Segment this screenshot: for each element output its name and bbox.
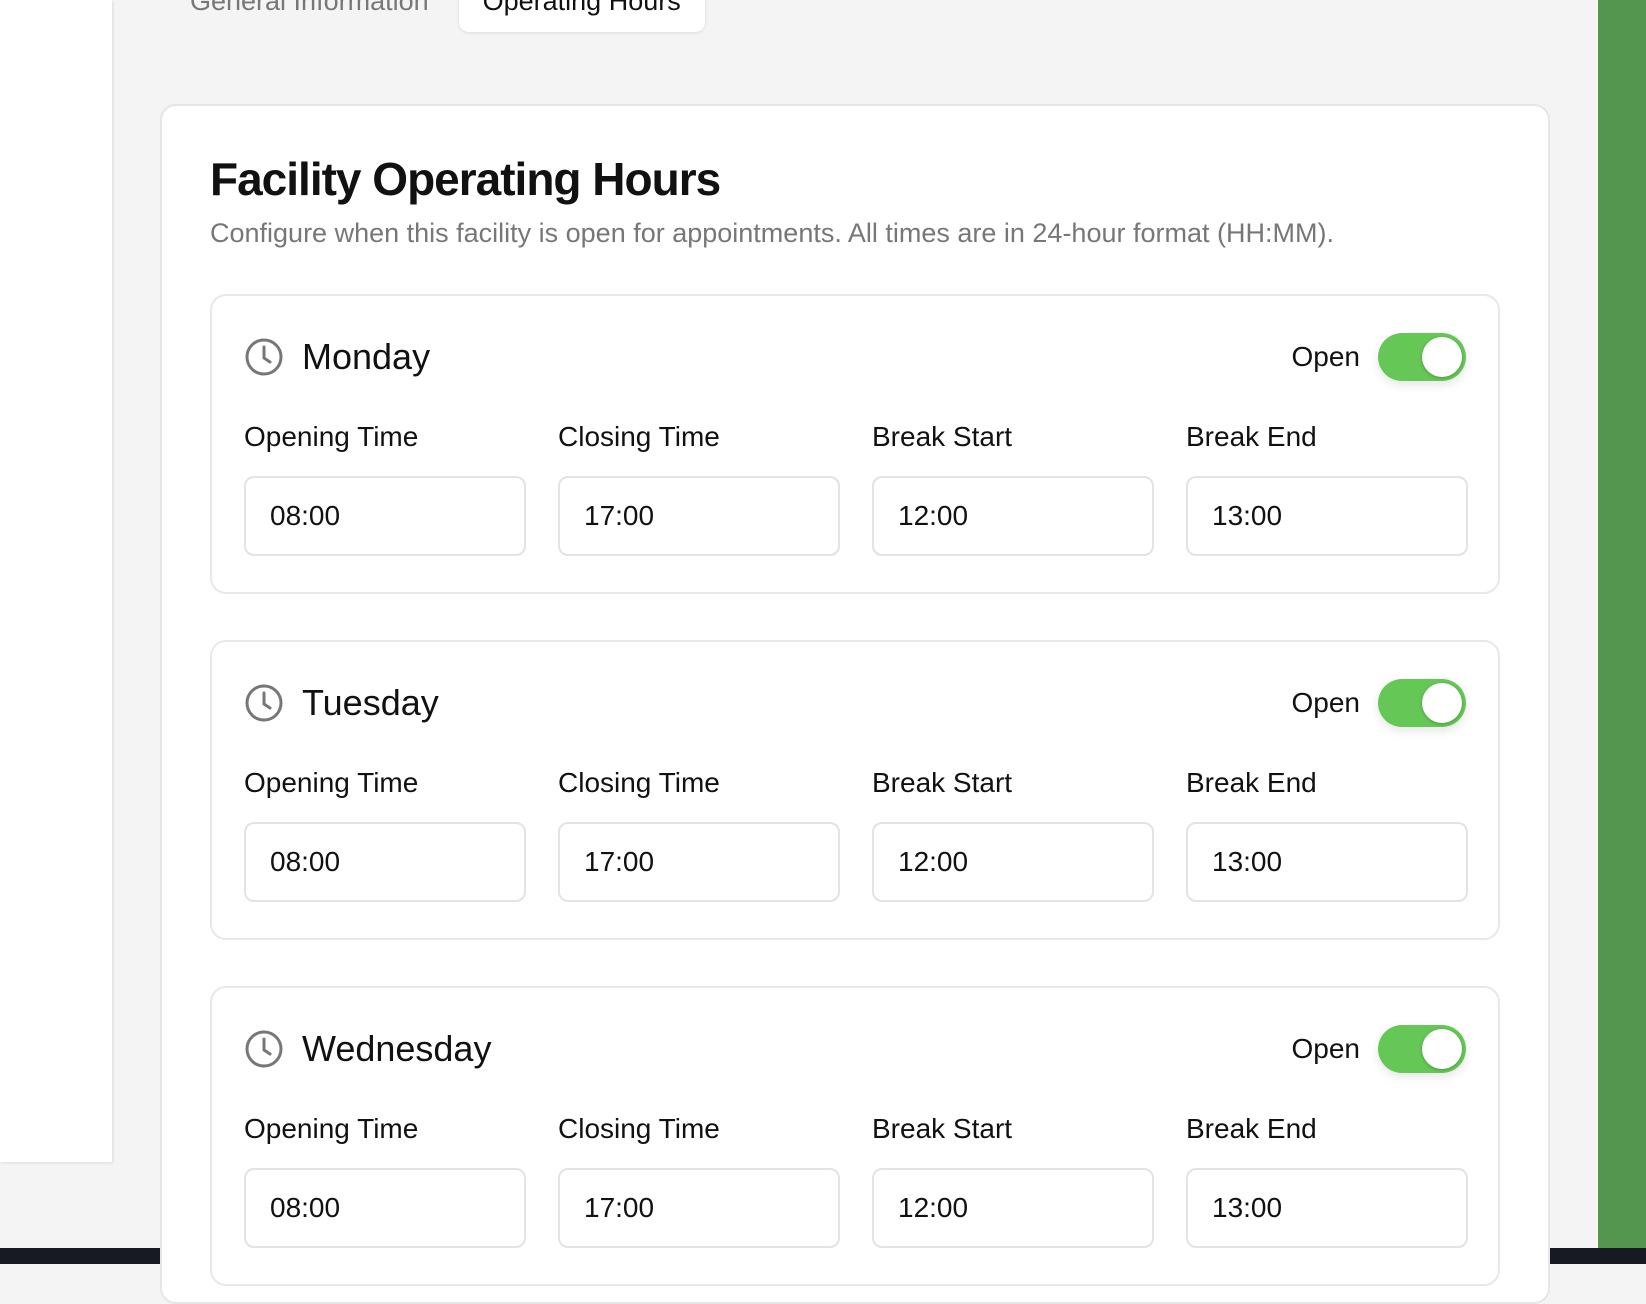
break-end-label: Break End	[1186, 767, 1317, 798]
break-start-input[interactable]	[872, 476, 1154, 556]
opening-time-label: Opening Time	[244, 767, 419, 798]
tab-general-information[interactable]: General Information	[166, 0, 453, 32]
break-end-input[interactable]	[1186, 476, 1468, 556]
break-end-field: Break End	[1186, 1110, 1468, 1248]
break-start-field: Break Start	[872, 764, 1154, 902]
day-card-monday: Monday Open Opening Time Closing Time Br…	[210, 294, 1500, 594]
day-name: Tuesday	[302, 682, 439, 723]
page-title: Facility Operating Hours	[210, 153, 721, 205]
closing-time-label: Closing Time	[558, 1113, 720, 1144]
open-toggle[interactable]	[1378, 1025, 1466, 1073]
toggle-knob	[1422, 337, 1462, 377]
open-toggle[interactable]	[1378, 679, 1466, 727]
closing-time-label: Closing Time	[558, 421, 720, 452]
open-status-label: Open	[1291, 687, 1361, 718]
opening-time-field: Opening Time	[244, 1110, 526, 1248]
day-header: Tuesday Open	[244, 678, 1466, 728]
day-header: Wednesday Open	[244, 1024, 1466, 1074]
break-end-label: Break End	[1186, 1113, 1317, 1144]
break-start-label: Break Start	[872, 1113, 1013, 1144]
closing-time-field: Closing Time	[558, 1110, 840, 1248]
clock-icon	[244, 683, 284, 723]
day-header: Monday Open	[244, 332, 1466, 382]
break-start-label: Break Start	[872, 767, 1013, 798]
open-toggle[interactable]	[1378, 333, 1466, 381]
break-end-input[interactable]	[1186, 1168, 1468, 1248]
opening-time-input[interactable]	[244, 1168, 526, 1248]
day-name: Monday	[302, 336, 431, 377]
clock-icon	[244, 337, 284, 377]
open-status-label: Open	[1291, 341, 1361, 372]
day-name: Wednesday	[302, 1028, 492, 1069]
break-start-field: Break Start	[872, 1110, 1154, 1248]
break-start-label: Break Start	[872, 421, 1013, 452]
break-end-label: Break End	[1186, 421, 1317, 452]
opening-time-field: Opening Time	[244, 764, 526, 902]
time-fields: Opening Time Closing Time Break Start Br…	[244, 418, 1468, 556]
closing-time-input[interactable]	[558, 476, 840, 556]
break-start-input[interactable]	[872, 822, 1154, 902]
toggle-knob	[1422, 683, 1462, 723]
opening-time-input[interactable]	[244, 476, 526, 556]
day-card-tuesday: Tuesday Open Opening Time Closing Time B…	[210, 640, 1500, 940]
toggle-knob	[1422, 1029, 1462, 1069]
break-end-input[interactable]	[1186, 822, 1468, 902]
open-status-label: Open	[1291, 1033, 1361, 1064]
opening-time-field: Opening Time	[244, 418, 526, 556]
closing-time-field: Closing Time	[558, 764, 840, 902]
closing-time-input[interactable]	[558, 822, 840, 902]
break-start-input[interactable]	[872, 1168, 1154, 1248]
closing-time-label: Closing Time	[558, 767, 720, 798]
tab-operating-hours[interactable]: Operating Hours	[458, 0, 705, 32]
tab-bar: General Information Operating Hours	[166, 0, 705, 32]
day-card-wednesday: Wednesday Open Opening Time Closing Time…	[210, 986, 1500, 1286]
opening-time-input[interactable]	[244, 822, 526, 902]
time-fields: Opening Time Closing Time Break Start Br…	[244, 1110, 1468, 1248]
clock-icon	[244, 1029, 284, 1069]
break-end-field: Break End	[1186, 764, 1468, 902]
right-accent-bar	[1598, 0, 1646, 1248]
time-fields: Opening Time Closing Time Break Start Br…	[244, 764, 1468, 902]
break-end-field: Break End	[1186, 418, 1468, 556]
left-panel	[0, 0, 112, 1162]
closing-time-input[interactable]	[558, 1168, 840, 1248]
opening-time-label: Opening Time	[244, 1113, 419, 1144]
opening-time-label: Opening Time	[244, 421, 419, 452]
operating-hours-card: Facility Operating Hours Configure when …	[160, 104, 1550, 1304]
break-start-field: Break Start	[872, 418, 1154, 556]
closing-time-field: Closing Time	[558, 418, 840, 556]
page-description: Configure when this facility is open for…	[210, 218, 1334, 248]
